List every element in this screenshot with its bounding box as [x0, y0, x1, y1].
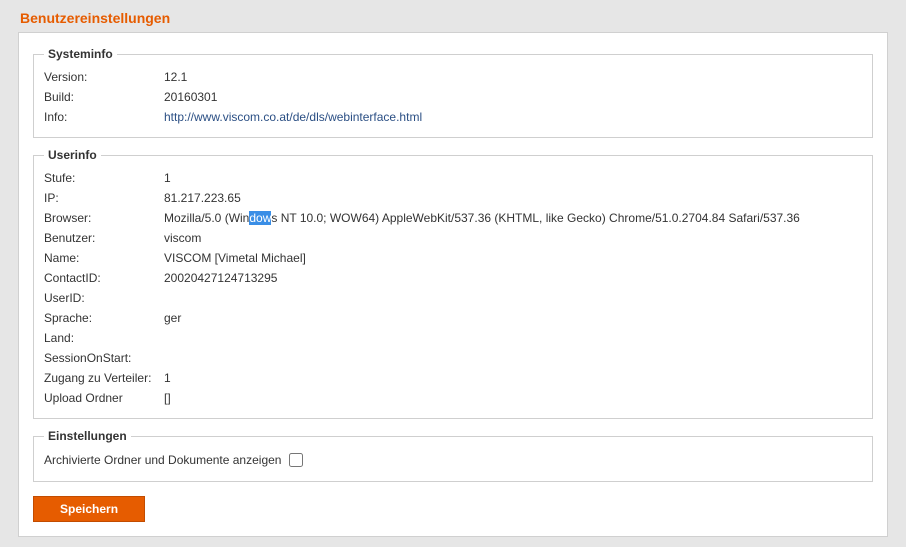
main-panel: Systeminfo Version: 12.1 Build: 20160301…	[18, 32, 888, 537]
systeminfo-fieldset: Systeminfo Version: 12.1 Build: 20160301…	[33, 47, 873, 138]
einstellungen-legend: Einstellungen	[44, 429, 131, 443]
userinfo-sprache-value: ger	[164, 308, 181, 328]
save-button[interactable]: Speichern	[33, 496, 145, 522]
userinfo-sessiononstart-label: SessionOnStart:	[44, 348, 164, 368]
userinfo-stufe-label: Stufe:	[44, 168, 164, 188]
userinfo-ip-value: 81.217.223.65	[164, 188, 241, 208]
page-title: Benutzereinstellungen	[20, 10, 906, 26]
userinfo-zugang-value: 1	[164, 368, 171, 388]
userinfo-browser-label: Browser:	[44, 208, 164, 228]
systeminfo-build-value: 20160301	[164, 87, 217, 107]
systeminfo-build-row: Build: 20160301	[44, 87, 862, 107]
userinfo-name-label: Name:	[44, 248, 164, 268]
userinfo-sprache-row: Sprache: ger	[44, 308, 862, 328]
systeminfo-version-label: Version:	[44, 67, 164, 87]
userinfo-name-row: Name: VISCOM [Vimetal Michael]	[44, 248, 862, 268]
userinfo-land-label: Land:	[44, 328, 164, 348]
userinfo-fieldset: Userinfo Stufe: 1 IP: 81.217.223.65 Brow…	[33, 148, 873, 419]
archive-setting-checkbox[interactable]	[289, 453, 303, 467]
userinfo-name-value: VISCOM [Vimetal Michael]	[164, 248, 306, 268]
systeminfo-legend: Systeminfo	[44, 47, 117, 61]
archive-setting-row: Archivierte Ordner und Dokumente anzeige…	[44, 449, 862, 471]
systeminfo-info-label: Info:	[44, 107, 164, 127]
systeminfo-build-label: Build:	[44, 87, 164, 107]
browser-text-suffix: s NT 10.0; WOW64) AppleWebKit/537.36 (KH…	[271, 211, 799, 225]
userinfo-browser-value: Mozilla/5.0 (Windows NT 10.0; WOW64) App…	[164, 208, 800, 228]
userinfo-uploadordner-row: Upload Ordner []	[44, 388, 862, 408]
userinfo-stufe-row: Stufe: 1	[44, 168, 862, 188]
browser-text-prefix: Mozilla/5.0 (Win	[164, 211, 249, 225]
userinfo-benutzer-value: viscom	[164, 228, 201, 248]
einstellungen-fieldset: Einstellungen Archivierte Ordner und Dok…	[33, 429, 873, 482]
userinfo-browser-row: Browser: Mozilla/5.0 (Windows NT 10.0; W…	[44, 208, 862, 228]
userinfo-ip-row: IP: 81.217.223.65	[44, 188, 862, 208]
userinfo-contactid-label: ContactID:	[44, 268, 164, 288]
userinfo-stufe-value: 1	[164, 168, 171, 188]
userinfo-sprache-label: Sprache:	[44, 308, 164, 328]
userinfo-userid-row: UserID:	[44, 288, 862, 308]
userinfo-uploadordner-value: []	[164, 388, 171, 408]
userinfo-ip-label: IP:	[44, 188, 164, 208]
userinfo-benutzer-label: Benutzer:	[44, 228, 164, 248]
userinfo-uploadordner-label: Upload Ordner	[44, 388, 164, 408]
userinfo-zugang-row: Zugang zu Verteiler: 1	[44, 368, 862, 388]
userinfo-contactid-row: ContactID: 20020427124713295	[44, 268, 862, 288]
userinfo-legend: Userinfo	[44, 148, 101, 162]
systeminfo-info-row: Info: http://www.viscom.co.at/de/dls/web…	[44, 107, 862, 127]
systeminfo-version-row: Version: 12.1	[44, 67, 862, 87]
userinfo-sessiononstart-row: SessionOnStart:	[44, 348, 862, 368]
userinfo-zugang-label: Zugang zu Verteiler:	[44, 368, 164, 388]
archive-setting-label: Archivierte Ordner und Dokumente anzeige…	[44, 449, 281, 471]
userinfo-userid-label: UserID:	[44, 288, 164, 308]
userinfo-contactid-value: 20020427124713295	[164, 268, 277, 288]
browser-text-highlight: dow	[249, 211, 271, 225]
systeminfo-version-value: 12.1	[164, 67, 187, 87]
userinfo-land-row: Land:	[44, 328, 862, 348]
userinfo-benutzer-row: Benutzer: viscom	[44, 228, 862, 248]
systeminfo-info-link[interactable]: http://www.viscom.co.at/de/dls/webinterf…	[164, 107, 422, 127]
